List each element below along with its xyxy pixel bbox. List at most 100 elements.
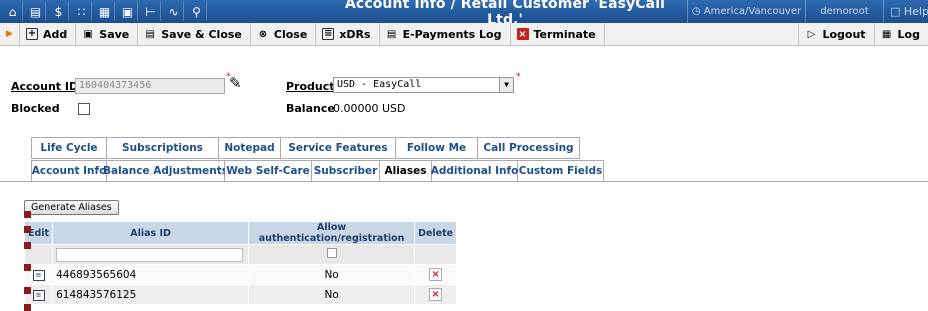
save-close-label: Save & Close xyxy=(161,27,242,41)
terminate-label: Terminate xyxy=(533,27,596,41)
delete-column-header: Delete xyxy=(414,221,458,245)
billing-icon[interactable]: $ xyxy=(49,2,69,21)
required-marker-product: * xyxy=(516,72,521,82)
log-icon: ▤ xyxy=(386,28,397,40)
tab-follow-me[interactable]: Follow Me xyxy=(396,137,478,159)
balance-label: Balance xyxy=(286,102,335,115)
new-alias-auth-cell xyxy=(248,244,416,265)
alias-id-cell: 614843576125 xyxy=(52,284,250,305)
users-icon[interactable]: ▦ xyxy=(95,2,115,21)
tab-subscriber[interactable]: Subscriber xyxy=(312,160,380,182)
help-link[interactable]: □ Help xyxy=(883,0,928,23)
row-marker xyxy=(24,287,31,294)
chart-icon[interactable]: ∿ xyxy=(164,2,184,21)
toolbar: ▶ + Add ▣ Save ▤ Save & Close ⊗ Close ≡ xDRs … xyxy=(0,23,928,46)
row-marker xyxy=(24,226,31,233)
row-marker xyxy=(24,304,31,311)
add-label: Add xyxy=(43,27,68,41)
new-alias-auth-checkbox[interactable] xyxy=(326,248,337,258)
row-marker xyxy=(24,264,31,271)
terminate-icon: × xyxy=(516,28,529,40)
chevron-down-icon[interactable]: ▼ xyxy=(499,78,513,92)
nav-icon-strip: ⌂ ▤ $ ∷ ▦ ▣ ⊢ ∿ ⚲ xyxy=(0,0,210,23)
epayments-log-button[interactable]: ▤ E-Payments Log xyxy=(380,23,511,45)
aliases-table: Edit Alias ID Allow authentication/regis… xyxy=(23,221,458,305)
tab-row-1: Life Cycle Subscriptions Notepad Service… xyxy=(31,137,580,159)
logout-icon: ▷ xyxy=(807,28,816,40)
grid-icon[interactable]: ∷ xyxy=(72,2,92,21)
product-select-value: USD - EasyCall xyxy=(337,79,422,90)
log-button[interactable]: ▦ Log xyxy=(873,23,928,45)
save-label: Save xyxy=(99,27,130,41)
logout-button[interactable]: ▷ Logout xyxy=(798,23,873,45)
new-alias-row xyxy=(23,244,458,265)
logout-label: Logout xyxy=(822,27,866,41)
tab-service-features[interactable]: Service Features xyxy=(281,137,396,159)
blocked-checkbox[interactable] xyxy=(78,103,90,115)
home-icon[interactable]: ⌂ xyxy=(3,2,23,21)
tab-balance-adjustments[interactable]: Balance Adjustments xyxy=(103,160,228,182)
edit-icon[interactable]: ≡ xyxy=(32,270,45,281)
epayments-label: E-Payments Log xyxy=(402,27,502,41)
add-icon: + xyxy=(26,28,38,40)
balance-value: 0.00000 USD xyxy=(333,102,406,115)
allow-auth-cell: No xyxy=(248,264,416,285)
tree-icon[interactable]: ⊢ xyxy=(141,2,161,21)
product-label[interactable]: Product xyxy=(286,80,335,93)
user-link[interactable]: demoroot xyxy=(805,0,883,23)
allow-auth-cell: No xyxy=(248,284,416,305)
title-bar: ⌂ ▤ $ ∷ ▦ ▣ ⊢ ∿ ⚲ Account Info / Retail … xyxy=(0,0,928,28)
edit-pen-icon[interactable]: ✎ xyxy=(229,74,249,94)
menu-icon[interactable]: ▤ xyxy=(26,2,46,21)
tab-web-self-care[interactable]: Web Self-Care xyxy=(225,160,312,182)
delete-cell: × xyxy=(414,264,458,285)
floppy-close-icon: ▤ xyxy=(145,28,155,40)
timezone-link[interactable]: ◷ America/Vancouver xyxy=(687,0,805,23)
log-book-icon: ▦ xyxy=(881,28,892,40)
delete-icon[interactable]: × xyxy=(429,288,443,301)
tab-aliases[interactable]: Aliases xyxy=(380,160,432,182)
delete-cell: × xyxy=(414,284,458,305)
xdrs-label: xDRs xyxy=(339,27,371,41)
generate-aliases-button[interactable]: Generate Aliases xyxy=(24,200,119,215)
search-icon[interactable]: ⚲ xyxy=(187,2,207,21)
terminate-button[interactable]: × Terminate xyxy=(511,23,605,45)
add-button[interactable]: + Add xyxy=(20,23,77,45)
new-alias-id-input[interactable] xyxy=(56,247,244,262)
table-row: ≡ 614843576125 No × xyxy=(23,284,458,305)
toolbar-right: ▷ Logout ▦ Log xyxy=(798,23,928,45)
tab-subscriptions[interactable]: Subscriptions xyxy=(107,137,219,159)
tab-panel-border xyxy=(0,181,928,182)
close-label: Close xyxy=(273,27,308,41)
tab-row-2: Account Info Balance Adjustments Web Sel… xyxy=(31,160,604,182)
tab-account-info[interactable]: Account Info xyxy=(31,160,107,182)
tab-custom-fields[interactable]: Custom Fields xyxy=(518,160,604,182)
title-bar-right: ◷ America/Vancouver demoroot □ Help xyxy=(687,0,928,23)
blocked-label: Blocked xyxy=(11,102,60,115)
tab-life-cycle[interactable]: Life Cycle xyxy=(31,137,107,159)
allow-auth-column-header: Allow authentication/registration xyxy=(248,221,416,245)
account-id-input[interactable]: 160404373456 xyxy=(75,78,225,94)
tab-call-processing[interactable]: Call Processing xyxy=(478,137,580,159)
save-close-button[interactable]: ▤ Save & Close xyxy=(138,23,251,45)
edit-icon[interactable]: ≡ xyxy=(32,290,45,301)
help-label: Help xyxy=(903,5,928,18)
help-icon: □ xyxy=(890,5,904,18)
toolbar-arrow-icon: ▶ xyxy=(0,23,20,45)
document-icon[interactable]: ▣ xyxy=(118,2,138,21)
close-button[interactable]: ⊗ Close xyxy=(251,23,317,45)
log-label: Log xyxy=(897,27,920,41)
timezone-label: America/Vancouver xyxy=(703,6,802,17)
new-alias-delete-cell xyxy=(414,244,458,265)
xdrs-button[interactable]: ≡ xDRs xyxy=(316,23,380,45)
row-marker xyxy=(24,242,31,249)
tab-notepad[interactable]: Notepad xyxy=(219,137,281,159)
delete-icon[interactable]: × xyxy=(429,268,443,281)
save-button[interactable]: ▣ Save xyxy=(76,23,139,45)
alias-id-cell: 446893565604 xyxy=(52,264,250,285)
row-marker xyxy=(24,211,31,218)
list-icon: ≡ xyxy=(322,28,335,40)
tab-additional-info[interactable]: Additional Info xyxy=(431,160,518,182)
clock-icon: ◷ xyxy=(691,6,704,17)
product-select[interactable]: USD - EasyCall ▼ xyxy=(333,77,514,93)
